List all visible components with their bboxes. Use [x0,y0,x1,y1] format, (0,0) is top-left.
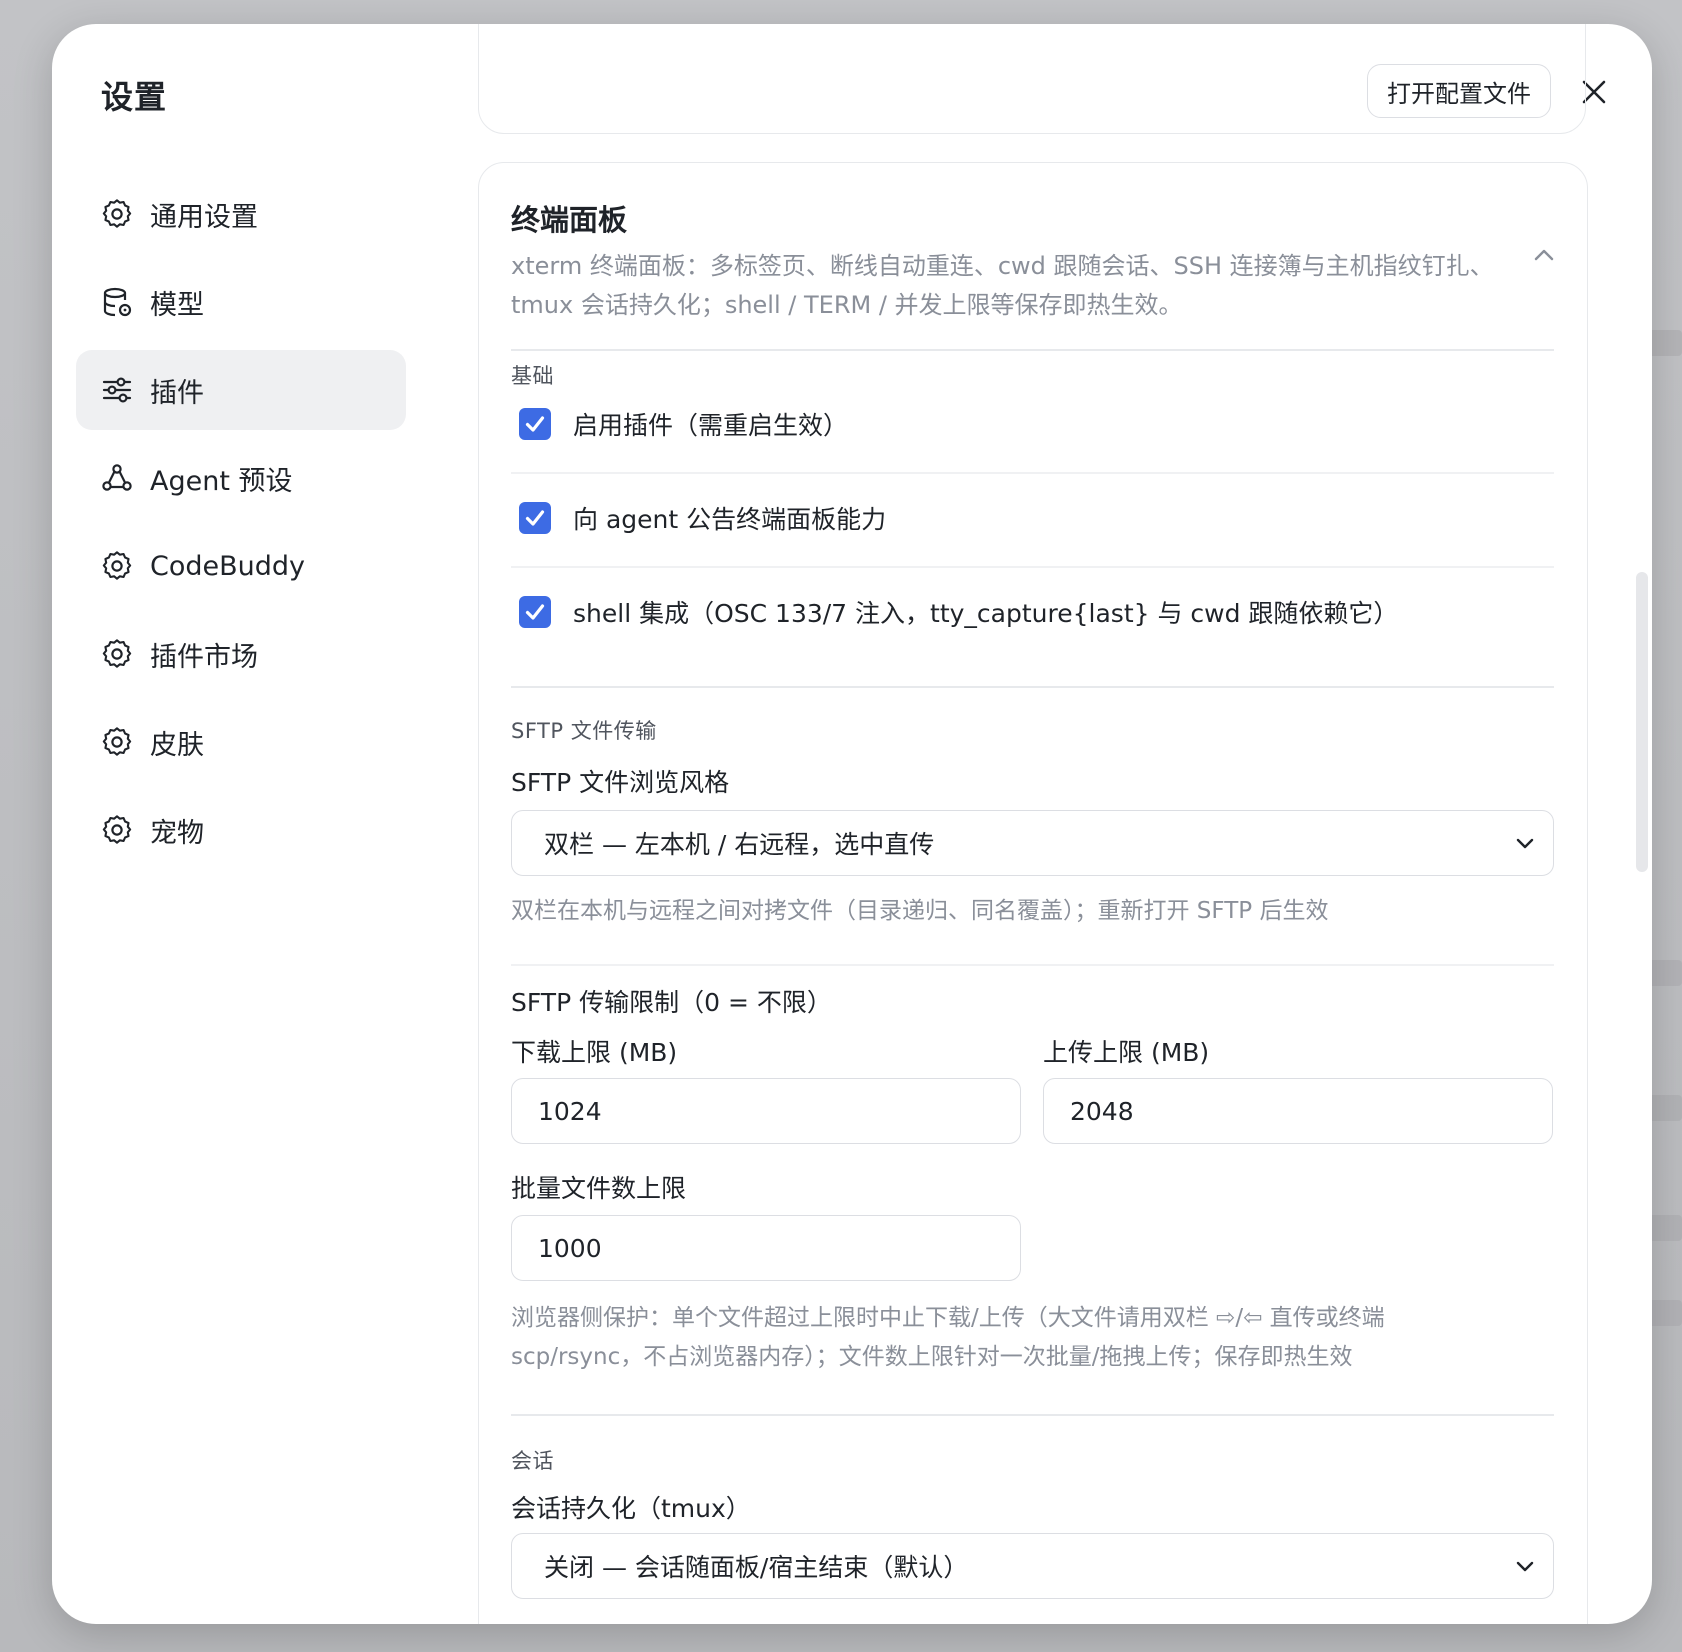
settings-content: 终端面板 xterm 终端面板：多标签页、断线自动重连、cwd 跟随会话、SSH… [478,24,1608,1624]
download-limit-input[interactable]: 1024 [511,1078,1021,1144]
gear-icon [100,725,134,759]
section-divider [511,1414,1554,1416]
checkmark-icon [525,510,545,526]
check-label: 向 agent 公告终端面板能力 [573,505,887,534]
check-label: 启用插件（需重启生效） [573,411,849,440]
session-persist-select[interactable]: 关闭 — 会话随面板/宿主结束（默认） [511,1533,1554,1599]
sftp-style-label: SFTP 文件浏览风格 [511,768,730,797]
database-icon [100,285,134,319]
sidebar-item-plugins[interactable]: 插件 [76,350,406,430]
input-value: 1000 [538,1233,602,1263]
gear-icon [100,813,134,847]
check-row-shell-integration[interactable]: shell 集成（OSC 133/7 注入，tty_capture{last} … [519,594,1398,630]
check-row-enable-plugin[interactable]: 启用插件（需重启生效） [519,406,848,442]
upload-limit-input[interactable]: 2048 [1043,1078,1553,1144]
settings-modal: 设置 打开配置文件 通用设置 模型 插件 Agent 预设 CodeBuddy … [52,24,1652,1624]
previous-plugin-card [478,24,1586,134]
sftp-limit-title: SFTP 传输限制（0 = 不限） [511,988,832,1017]
chevron-down-icon [1516,838,1534,849]
sidebar-item-label: 插件 [150,377,204,409]
row-divider [511,472,1554,474]
settings-sidebar: 通用设置 模型 插件 Agent 预设 CodeBuddy 插件市场 皮肤 宠物 [76,174,406,878]
sidebar-item-plugin-market[interactable]: 插件市场 [76,614,406,694]
section-label-sftp: SFTP 文件传输 [511,719,657,743]
row-divider [511,964,1554,966]
sftp-style-hint: 双栏在本机与远程之间对拷文件（目录递归、同名覆盖）；重新打开 SFTP 后生效 [511,898,1329,924]
checkmark-icon [525,604,545,620]
sidebar-item-codebuddy[interactable]: CodeBuddy [76,526,406,606]
select-value: 关闭 — 会话随面板/宿主结束（默认） [544,1553,969,1582]
sidebar-item-label: CodeBuddy [150,550,306,582]
input-value: 1024 [538,1096,602,1126]
sidebar-item-label: 宠物 [150,817,204,849]
section-label-basic: 基础 [511,364,554,388]
row-divider [511,566,1554,568]
upload-limit-label: 上传上限 (MB) [1043,1038,1210,1067]
sidebar-item-label: 插件市场 [150,641,258,673]
sidebar-item-label: Agent 预设 [150,465,293,497]
check-label: shell 集成（OSC 133/7 注入，tty_capture{last} … [573,599,1399,628]
sidebar-item-label: 皮肤 [150,729,204,761]
sidebar-item-skins[interactable]: 皮肤 [76,702,406,782]
input-value: 2048 [1070,1096,1134,1126]
sidebar-item-models[interactable]: 模型 [76,262,406,342]
download-limit-label: 下载上限 (MB) [511,1038,678,1067]
hint-line: 浏览器侧保护：单个文件超过上限时中止下载/上传（大文件请用双栏 ⇨/⇦ 直传或终… [511,1305,1385,1331]
check-row-announce-agent[interactable]: 向 agent 公告终端面板能力 [519,500,886,536]
hint-line: scp/rsync，不占浏览器内存）；文件数上限针对一次批量/拖拽上传；保存即热… [511,1344,1353,1370]
checkbox[interactable] [519,408,551,440]
sftp-limit-hint: 浏览器侧保护：单个文件超过上限时中止下载/上传（大文件请用双栏 ⇨/⇦ 直传或终… [511,1299,1511,1377]
batch-limit-input[interactable]: 1000 [511,1215,1021,1281]
sftp-style-select[interactable]: 双栏 — 左本机 / 右远程，选中直传 [511,810,1554,876]
checkbox[interactable] [519,502,551,534]
content-scrollbar[interactable] [1636,572,1648,872]
chevron-up-icon [1534,249,1554,261]
sidebar-item-agent-presets[interactable]: Agent 预设 [76,438,406,518]
section-label-session: 会话 [511,1449,554,1473]
gear-icon [100,197,134,231]
terminal-panel-card: 终端面板 xterm 终端面板：多标签页、断线自动重连、cwd 跟随会话、SSH… [478,162,1588,1624]
sliders-icon [100,373,134,407]
section-divider [511,686,1554,688]
checkbox[interactable] [519,596,551,628]
collapse-button[interactable] [1529,241,1559,271]
sidebar-item-general[interactable]: 通用设置 [76,174,406,254]
agent-icon [100,461,134,495]
gear-icon [100,637,134,671]
sidebar-item-label: 模型 [150,289,204,321]
gear-icon [100,549,134,583]
sidebar-item-pets[interactable]: 宠物 [76,790,406,870]
select-value: 双栏 — 左本机 / 右远程，选中直传 [544,830,935,859]
sidebar-item-label: 通用设置 [150,201,258,233]
session-persist-label: 会话持久化（tmux） [511,1494,751,1523]
checkmark-icon [525,416,545,432]
batch-limit-label: 批量文件数上限 [511,1174,687,1203]
card-description: xterm 终端面板：多标签页、断线自动重连、cwd 跟随会话、SSH 连接簿与… [511,252,1494,319]
section-divider [511,349,1554,351]
chevron-down-icon [1516,1561,1534,1572]
card-title: 终端面板 [511,203,628,237]
modal-title: 设置 [101,78,168,116]
